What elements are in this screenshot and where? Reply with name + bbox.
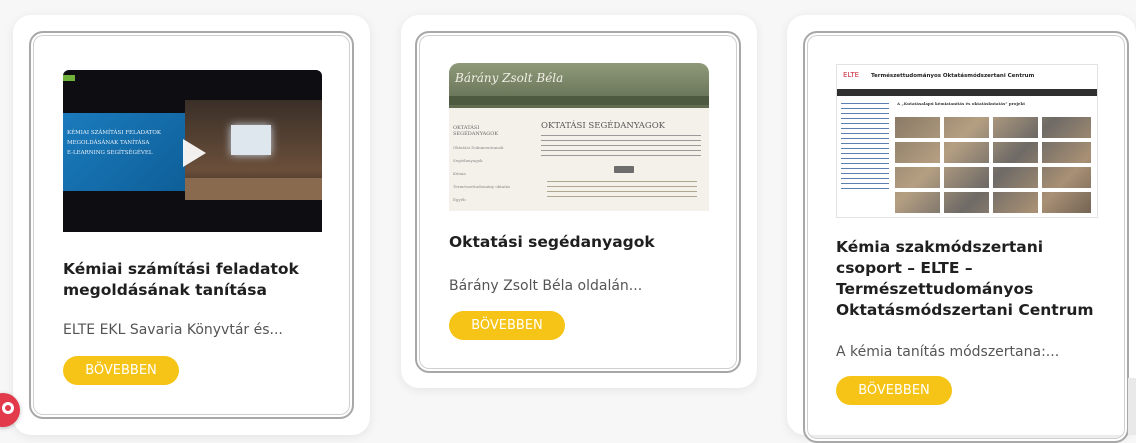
thumb-sidebar-title: OKTATÁSI SEGÉDANYAGOK — [453, 125, 499, 137]
thumb-heading: A „Kutatásalapú kémiatanítás és oktatásk… — [897, 101, 1026, 106]
card-excerpt: A kémia tanítás módszertana:... — [836, 344, 1060, 360]
card-excerpt: ELTE EKL Savaria Könyvtár és... — [63, 322, 283, 338]
photo-grid — [895, 117, 1091, 213]
thumb-sidebar-item: Kémia — [453, 171, 466, 176]
video-slide-text-2: MEGOLDÁSÁNAK TANÍTÁSA — [67, 140, 150, 146]
thumb-sidebar-item: Oktatási Dokumentumok — [453, 145, 504, 150]
card-title-line-4: Oktatásmódszertani Centrum — [836, 301, 1094, 319]
video-slide-text-1: KÉMIAI SZÁMÍTÁSI FELADATOK — [67, 130, 162, 136]
card-title[interactable]: Kémiai számítási feladatok megoldásának … — [63, 259, 333, 301]
thumb-site-name: Bárány Zsolt Béla — [455, 71, 564, 85]
thumb-sidebar-item: Segédanyagok — [453, 158, 483, 163]
thumb-heading: OKTATÁSI SEGÉDANYAGOK — [541, 121, 666, 131]
card-title[interactable]: Oktatási segédanyagok — [449, 232, 719, 253]
play-icon[interactable] — [181, 138, 207, 168]
card-title-line-1: Kémiai számítási feladatok — [63, 260, 299, 278]
card-excerpt: Bárány Zsolt Béla oldalán... — [449, 278, 643, 294]
thumb-sidebar — [841, 103, 889, 193]
help-icon-ring — [2, 402, 14, 414]
video-thumbnail[interactable]: KÉMIAI SZÁMÍTÁSI FELADATOK MEGOLDÁSÁNAK … — [63, 70, 322, 232]
card-kemiai-szamitasi: KÉMIAI SZÁMÍTÁSI FELADATOK MEGOLDÁSÁNAK … — [13, 15, 370, 435]
thumb-nav — [449, 96, 709, 105]
thumb-text-lines — [541, 135, 701, 157]
video-slide-text-3: E-LEARNING SEGÍTSÉGÉVEL — [67, 150, 153, 156]
card-kemia-szakmodszertani: ELTE Természettudományos Oktatásmódszert… — [787, 15, 1136, 443]
thumb-sidebar-item: Egyéb — [453, 197, 466, 202]
card-title-line-2: csoport – ELTE – — [836, 259, 973, 277]
scrollbar-hint[interactable] — [1128, 378, 1136, 435]
read-more-button[interactable]: BÖVEBBEN — [449, 311, 565, 340]
website-thumbnail[interactable]: ELTE Természettudományos Oktatásmódszert… — [836, 64, 1098, 218]
projector-screen — [231, 125, 271, 155]
card-title[interactable]: Kémia szakmódszertani csoport – ELTE – T… — [836, 237, 1126, 321]
card-title-line-3: Természettudományos — [836, 280, 1034, 298]
thumb-footer-lines — [547, 181, 697, 197]
thumb-sidebar-item: Természettudomány oktatás — [453, 184, 511, 189]
thumb-nav — [837, 89, 1097, 96]
thumb-cc-badge — [614, 166, 634, 173]
card-title-line-1: Kémia szakmódszertani — [836, 238, 1044, 256]
card-title-line-2: megoldásának tanítása — [63, 281, 267, 299]
website-thumbnail[interactable]: Bárány Zsolt Béla OKTATÁSI SEGÉDANYAGOK … — [449, 63, 709, 211]
lecture-room-floor — [185, 178, 322, 200]
thumb-elte-logo: ELTE — [843, 71, 860, 79]
thumb-site-title: Természettudományos Oktatásmódszertani C… — [871, 73, 1035, 79]
card-oktatasi-segedanyagok: Bárány Zsolt Béla OKTATÁSI SEGÉDANYAGOK … — [401, 15, 757, 388]
read-more-button[interactable]: BÖVEBBEN — [836, 376, 952, 405]
read-more-button[interactable]: BÖVEBBEN — [63, 356, 179, 385]
thumb-green-marker — [63, 75, 75, 81]
